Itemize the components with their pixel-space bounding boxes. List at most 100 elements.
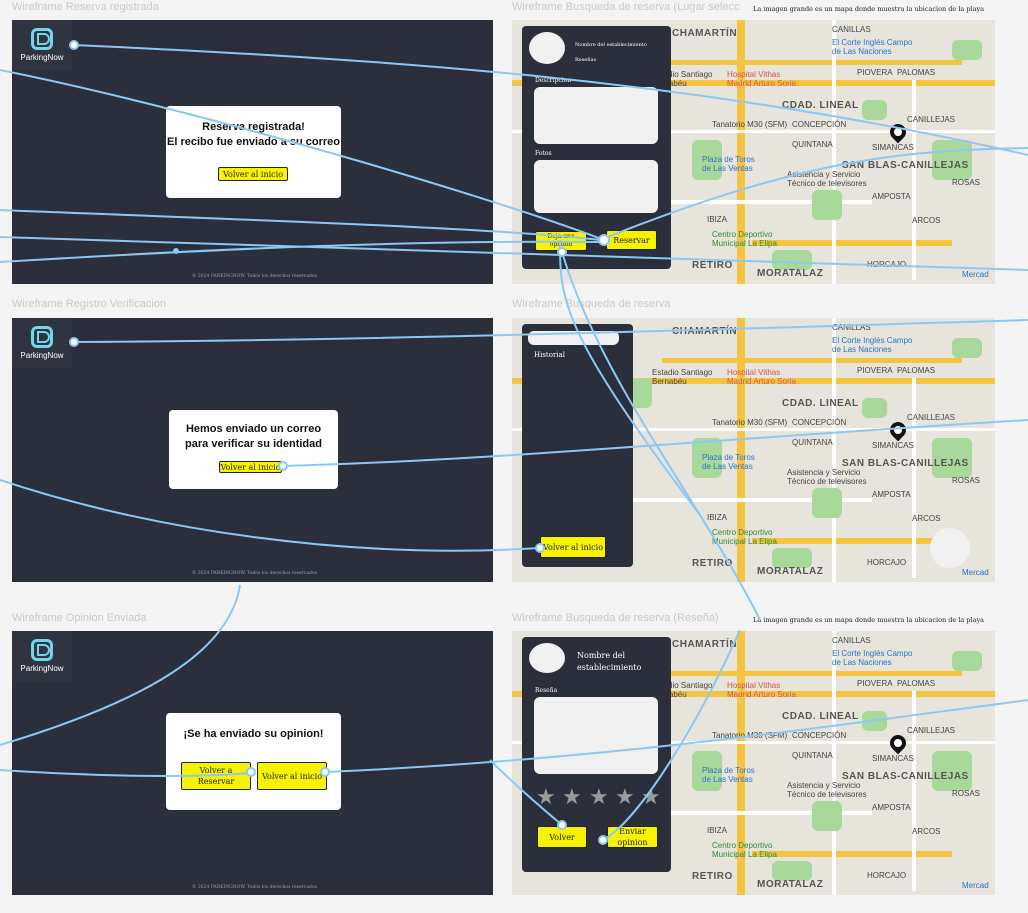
home-button[interactable]: Volver al inicio xyxy=(540,536,606,558)
map-label: Plaza de Toros de Las Ventas xyxy=(702,453,755,471)
map-label: CHAMARTÍN xyxy=(672,639,738,650)
map-label: CONCEPCIÓN xyxy=(792,418,847,427)
map-label: Tanatorio M30 (SFM) xyxy=(712,120,788,129)
map-park xyxy=(952,651,982,671)
map-label: IBIZA xyxy=(707,826,728,835)
home-button[interactable]: Volver al inicio xyxy=(218,167,288,181)
leave-opinion-button[interactable]: Deja una opinion xyxy=(535,231,587,251)
star-icon[interactable]: ★ xyxy=(615,787,635,809)
parkingnow-logo[interactable]: ParkingNow xyxy=(12,631,72,681)
star-icon[interactable]: ★ xyxy=(641,787,661,809)
frame-opinion-enviada: ParkingNow ¡Se ha enviado su opinion! Vo… xyxy=(12,631,493,895)
map-label: QUINTANA xyxy=(792,140,833,149)
back-to-reserve-button[interactable]: Volver a Reservar xyxy=(181,762,251,790)
map-road xyxy=(912,378,916,578)
copyright: © 2024 PARKINGNOW. Todos los derechos re… xyxy=(192,571,319,576)
send-opinion-button[interactable]: Enviar opinion xyxy=(607,826,658,848)
review-label: Reseña xyxy=(535,687,558,694)
map-road xyxy=(832,318,836,582)
map-label: CDAD. LINEAL xyxy=(782,100,859,111)
establishment-name: Nombre del establecimiento xyxy=(575,42,647,48)
map-label: CANILLEJAS xyxy=(907,413,956,422)
map-park xyxy=(952,40,982,60)
photos-gallery[interactable] xyxy=(534,160,658,213)
map-label: QUINTANA xyxy=(792,751,833,760)
photos-label: Fotos xyxy=(535,150,552,157)
establishment-avatar xyxy=(529,32,565,64)
map-road xyxy=(662,358,962,363)
map-label: CDAD. LINEAL xyxy=(782,711,859,722)
map-label: CONCEPCIÓN xyxy=(792,731,847,740)
map-park xyxy=(812,488,842,518)
map-label: ROSAS xyxy=(952,789,981,798)
history-panel: Historial Volver al inicio xyxy=(522,324,633,567)
map-label: CANILLAS xyxy=(832,323,871,332)
home-button[interactable]: Volver al inicio xyxy=(257,762,327,790)
star-icon[interactable]: ★ xyxy=(589,787,609,809)
map-park xyxy=(772,250,812,270)
home-button[interactable]: Volver al inicio xyxy=(219,461,282,473)
map-label: Estadio Santiago Bernabéu xyxy=(652,368,713,386)
map-label: Plaza de Toros de Las Ventas xyxy=(702,155,755,173)
frame-reserva-registrada: ParkingNow Reserva registrada! El recibo… xyxy=(12,20,493,284)
map-label: PIOVERA xyxy=(857,366,893,375)
map-label: CANILLEJAS xyxy=(907,115,956,124)
back-button[interactable]: Volver xyxy=(537,826,587,848)
star-icon[interactable]: ★ xyxy=(536,787,556,809)
copyright: © 2024 PARKINGNOW. Todos los derechos re… xyxy=(192,274,319,279)
map-label: CANILLAS xyxy=(832,636,871,645)
description-label: Descripcion xyxy=(535,77,572,84)
logo-text: ParkingNow xyxy=(20,351,64,360)
location-pin-icon[interactable] xyxy=(886,731,910,755)
location-pin-icon[interactable] xyxy=(886,418,910,442)
map-park xyxy=(862,711,887,731)
star-icon[interactable]: ★ xyxy=(562,787,582,809)
map-park xyxy=(812,190,842,220)
frame-title-registro-verificacion: Wireframe Registro Verificacion xyxy=(12,298,167,310)
map-label: AMPOSTA xyxy=(872,192,911,201)
map-label: RETIRO xyxy=(692,260,733,271)
map-label: MORATALAZ xyxy=(757,879,824,890)
review-textarea[interactable] xyxy=(534,697,658,774)
map-label: CANILLAS xyxy=(832,25,871,34)
map-label: Hospital Vithas Madrid Arturo Soria xyxy=(727,681,796,699)
map-label: AMPOSTA xyxy=(872,803,911,812)
frame-registro-verificacion: ParkingNow Hemos enviado un correo para … xyxy=(12,318,493,582)
map-label: El Corte Inglés Campo de Las Naciones xyxy=(832,649,913,667)
logo-icon xyxy=(31,639,53,661)
search-input[interactable] xyxy=(528,331,619,345)
history-label: Historial xyxy=(534,351,565,359)
map-label: Plaza de Toros de Las Ventas xyxy=(702,766,755,784)
map-label: Mercad xyxy=(962,568,989,577)
map-label: PIOVERA xyxy=(857,68,893,77)
description-box xyxy=(534,87,658,144)
map-label: PALOMAS xyxy=(897,679,936,688)
opinion-message: ¡Se ha enviado su opinion! xyxy=(183,728,324,740)
map-road xyxy=(662,671,962,676)
map-park xyxy=(772,861,812,881)
map-road xyxy=(832,20,836,284)
location-button[interactable] xyxy=(930,528,970,568)
map-label: IBIZA xyxy=(707,215,728,224)
map-label: IBIZA xyxy=(707,513,728,522)
map-label: ROSAS xyxy=(952,476,981,485)
parkingnow-logo[interactable]: ParkingNow xyxy=(12,318,72,368)
map-label: CANILLEJAS xyxy=(907,726,956,735)
establishment-avatar xyxy=(529,643,565,673)
map-label: CHAMARTÍN xyxy=(672,326,738,337)
map-road xyxy=(832,631,836,895)
map-park xyxy=(952,338,982,358)
map-label: Mercad xyxy=(962,270,989,279)
map-road xyxy=(662,60,962,65)
map-label: SIMANCAS xyxy=(872,143,914,152)
map-label: ARCOS xyxy=(912,514,941,523)
map-label: PALOMAS xyxy=(897,366,936,375)
location-pin-icon[interactable] xyxy=(886,120,910,144)
map-label: Centro Deportivo Municipal La Elipa xyxy=(712,528,777,546)
parkingnow-logo[interactable]: ParkingNow xyxy=(12,20,72,70)
map-note: La imagen grande es un mapa donde muestr… xyxy=(753,5,984,13)
logo-text: ParkingNow xyxy=(20,664,64,673)
map-label: MORATALAZ xyxy=(757,566,824,577)
reserve-button[interactable]: Reservar xyxy=(606,230,657,250)
map-label: Asistencia y Servicio Técnico de televis… xyxy=(787,468,867,486)
